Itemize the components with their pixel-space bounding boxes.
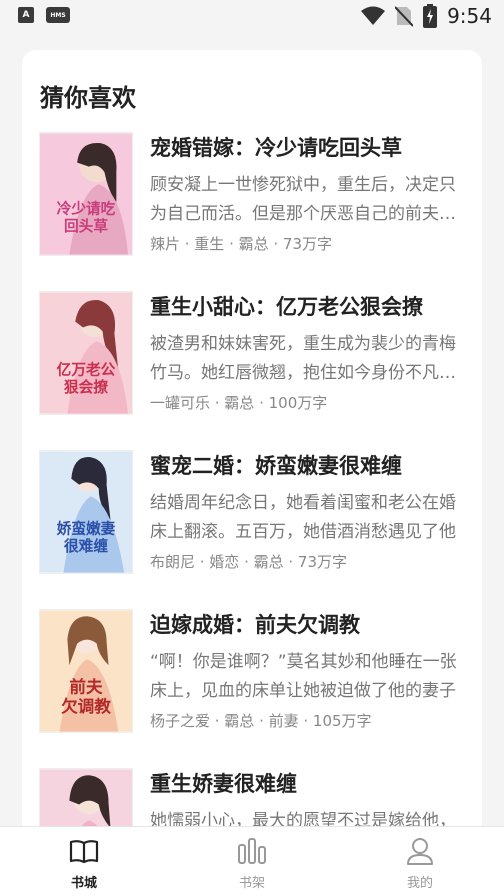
book-item[interactable]: 前夫 欠调教 迫嫁成婚：前夫欠调教 “啊！你是谁啊？”莫名其妙和他睡在一张床上，… <box>39 609 469 735</box>
bookshelf-icon <box>238 838 266 864</box>
svg-text:亿万老公: 亿万老公 <box>57 361 116 379</box>
book-cover: 前夫 欠调教 <box>39 609 133 733</box>
tab-label: 书城 <box>70 876 97 891</box>
book-cover: 娇蛮嫩妻 很难缠 <box>39 450 133 574</box>
book-item[interactable]: 亿万老公 狠会撩 重生小甜心：亿万老公狠会撩 被渣男和妹妹害死，重生成为裴少的青… <box>39 291 469 417</box>
svg-text:很难缠: 很难缠 <box>64 537 108 555</box>
book-title: 重生娇妻很难缠 <box>150 772 297 796</box>
tab-mine[interactable]: 我的 <box>360 827 480 896</box>
no-sim-icon <box>395 6 414 27</box>
book-title: 蜜宠二婚：娇蛮嫩妻很难缠 <box>150 454 402 478</box>
tab-label: 书架 <box>238 876 265 891</box>
bottom-tab-bar: 书城 书架 我的 <box>0 826 504 896</box>
book-description: 结婚周年纪念日，她看着闺蜜和老公在婚床上翻滚。五百万，她借酒消愁遇见了他 <box>150 493 456 542</box>
svg-text:娇蛮嫩妻: 娇蛮嫩妻 <box>57 520 116 538</box>
section-title: 猜你喜欢 <box>40 84 136 112</box>
tab-label: 我的 <box>406 876 433 891</box>
tab-bookstore[interactable]: 书城 <box>24 827 144 896</box>
svg-text:欠调教: 欠调教 <box>61 696 111 716</box>
book-item[interactable]: 娇蛮嫩妻 很难缠 蜜宠二婚：娇蛮嫩妻很难缠 结婚周年纪念日，她看着闺蜜和老公在婚… <box>39 450 469 576</box>
book-item[interactable]: 冷少请吃 回头草 宠婚错嫁：冷少请吃回头草 顾安凝上一世惨死狱中，重生后，决定只… <box>39 132 469 258</box>
book-meta: 辣片 · 重生 · 霸总 · 73万字 <box>150 235 333 253</box>
book-title: 迫嫁成婚：前夫欠调教 <box>150 613 360 637</box>
book-meta: 布朗尼 · 婚恋 · 霸总 · 73万字 <box>150 553 348 571</box>
hms-icon: HMS <box>46 7 70 23</box>
book-title: 宠婚错嫁：冷少请吃回头草 <box>150 136 402 160</box>
status-bar: A HMS 9:54 <box>0 0 504 34</box>
recommend-card: 猜你喜欢 冷少请吃 回头草 宠婚错嫁：冷少请吃回头草 顾安凝上一世惨死狱中，重生… <box>22 50 482 850</box>
app-a-icon: A <box>18 7 34 23</box>
wifi-icon <box>361 6 386 25</box>
book-cover: 冷少请吃 回头草 <box>39 132 133 256</box>
book-description: 被渣男和妹妹害死，重生成为裴少的青梅竹马。她红唇微翘，抱住如今身份不凡的他 <box>150 334 456 383</box>
book-title: 重生小甜心：亿万老公狠会撩 <box>150 295 423 319</box>
battery-charging-icon <box>423 4 438 28</box>
book-description: “啊！你是谁啊？”莫名其妙和他睡在一张床上，见血的床单让她被迫做了他的妻子 <box>150 652 457 701</box>
cover-title: 冷少请吃 <box>57 200 116 218</box>
status-time: 9:54 <box>447 4 492 28</box>
svg-text:前夫: 前夫 <box>69 677 103 697</box>
svg-text:狠会撩: 狠会撩 <box>64 378 108 396</box>
book-description: 顾安凝上一世惨死狱中，重生后，决定只为自己而活。但是那个厌恶自己的前夫却开始对她… <box>150 175 456 224</box>
book-meta: 杨子之爱 · 霸总 · 前妻 · 105万字 <box>150 712 372 730</box>
tab-bookshelf[interactable]: 书架 <box>192 827 312 896</box>
book-open-icon <box>69 840 99 864</box>
svg-text:回头草: 回头草 <box>64 217 108 235</box>
user-icon <box>407 838 433 865</box>
book-cover: 亿万老公 狠会撩 <box>39 291 133 415</box>
book-meta: 一罐可乐 · 霸总 · 100万字 <box>150 394 328 412</box>
